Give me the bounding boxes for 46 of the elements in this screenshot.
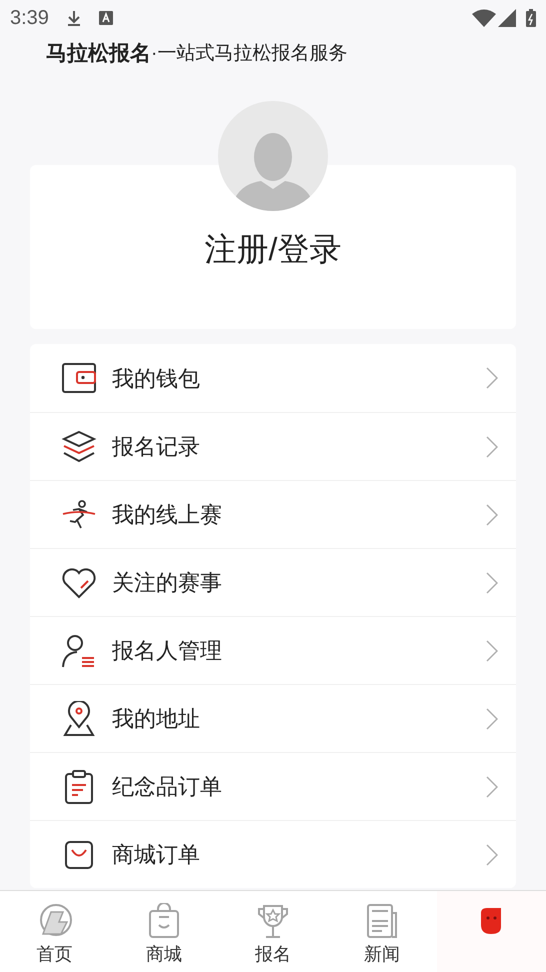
menu-item[interactable]: 关注的赛事 <box>30 548 516 616</box>
menu-item[interactable]: 我的地址 <box>30 684 516 752</box>
app-name: 马拉松报名 <box>46 41 151 68</box>
menu-label: 我的钱包 <box>112 364 201 392</box>
person-list-icon <box>61 632 97 668</box>
menu-item[interactable]: 我的线上赛 <box>30 480 516 548</box>
mascot-icon[interactable] <box>479 907 504 935</box>
menu-label: 我的线上赛 <box>112 501 223 529</box>
chevron-right-icon <box>486 708 498 730</box>
menu-label: 商城订单 <box>112 841 201 869</box>
menu-item[interactable]: 商城订单 <box>30 820 516 888</box>
bag-icon <box>63 838 95 870</box>
status-time: 3:39 <box>10 6 49 31</box>
download-icon <box>66 10 81 26</box>
battery-icon <box>526 9 536 27</box>
wifi-icon <box>472 9 496 27</box>
menu-item[interactable]: 我的钱包 <box>30 344 516 412</box>
chevron-right-icon <box>486 436 498 458</box>
signal-icon <box>498 9 516 27</box>
wallet-icon <box>61 362 97 394</box>
shopping-bag-icon[interactable] <box>148 903 180 939</box>
map-pin-icon <box>61 700 97 736</box>
menu-label: 我的地址 <box>112 705 201 733</box>
menu-label: 报名记录 <box>112 433 201 461</box>
chevron-right-icon <box>486 776 498 798</box>
runner-icon <box>61 500 97 530</box>
menu-item[interactable]: 纪念品订单 <box>30 752 516 820</box>
trophy-icon[interactable] <box>257 903 289 939</box>
menu-label: 纪念品订单 <box>112 773 223 801</box>
login-link[interactable]: 注册/登录 <box>204 225 342 273</box>
notification-icon <box>98 11 113 25</box>
newspaper-icon[interactable] <box>366 903 398 939</box>
chevron-right-icon <box>486 367 498 389</box>
menu-label: 报名人管理 <box>112 637 223 665</box>
chevron-right-icon <box>486 844 498 866</box>
menu-item[interactable]: 报名人管理 <box>30 616 516 684</box>
chevron-right-icon <box>486 504 498 526</box>
chevron-right-icon <box>486 572 498 594</box>
layers-icon <box>61 430 97 464</box>
heart-icon <box>61 566 97 598</box>
clipboard-icon <box>63 768 95 804</box>
tab-item[interactable] <box>436 891 546 972</box>
menu-item[interactable]: 报名记录 <box>30 412 516 480</box>
chevron-right-icon <box>486 640 498 662</box>
menu-label: 关注的赛事 <box>112 569 223 597</box>
app-tagline: ·一站式马拉松报名服务 <box>151 42 348 66</box>
